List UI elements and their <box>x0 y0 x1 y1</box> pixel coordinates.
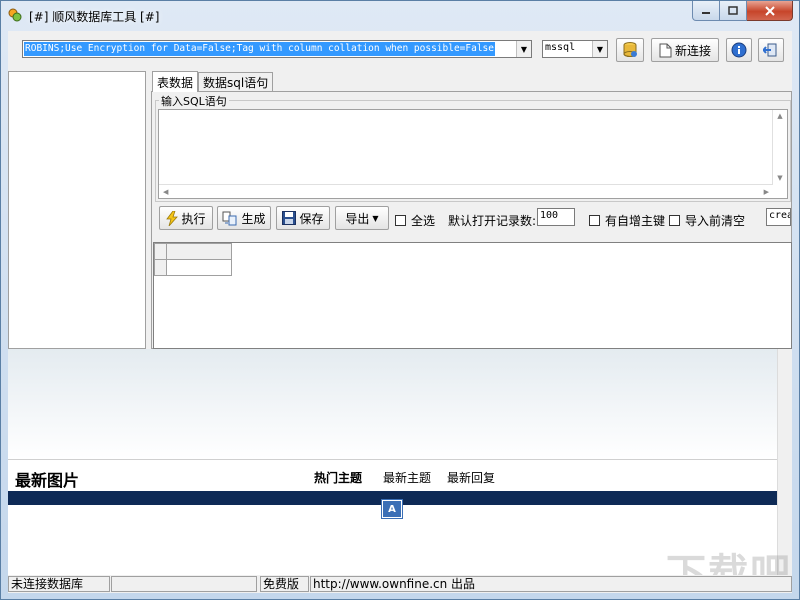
generate-button[interactable]: 生成 <box>217 206 271 230</box>
maximize-button[interactable] <box>720 1 747 21</box>
scroll-left-icon[interactable]: ◀ <box>163 188 168 196</box>
db-type-value: mssql <box>545 42 576 53</box>
close-button[interactable] <box>747 1 793 21</box>
chevron-down-icon[interactable]: ▼ <box>592 41 607 57</box>
info-button[interactable] <box>726 38 752 62</box>
title-bar[interactable]: [#] 顺风数据库工具 [#] <box>1 1 799 31</box>
connection-string-value: ROBINS;Use Encryption for Data=False;Tag… <box>24 42 495 56</box>
chevron-down-icon[interactable]: ▼ <box>516 41 531 57</box>
tab-table-data[interactable]: 表数据 <box>152 71 199 92</box>
toolbar: ROBINS;Use Encryption for Data=False;Tag… <box>8 31 792 69</box>
save-label: 保存 <box>299 211 324 226</box>
app-window: [#] 顺风数据库工具 [#] ROBINS;Use Encryption fo… <box>0 0 800 600</box>
export-dropdown-button[interactable]: 导出 ▼ <box>335 206 389 230</box>
tab-data-sql-label: 数据sql语句 <box>203 75 269 90</box>
checkbox-box[interactable] <box>395 215 406 226</box>
new-document-icon <box>659 43 672 57</box>
minimize-button[interactable] <box>692 1 720 21</box>
create-mode-input[interactable]: create <box>766 208 791 226</box>
clear-before-import-label: 导入前清空 <box>685 214 746 228</box>
latest-images-title: 最新图片 <box>15 471 80 490</box>
close-icon <box>764 5 775 16</box>
scroll-down-icon[interactable]: ▼ <box>777 174 782 182</box>
lightning-icon <box>166 210 179 226</box>
default-records-input[interactable]: 100 <box>537 208 575 226</box>
scroll-right-icon[interactable]: ▶ <box>764 188 769 196</box>
maximize-icon <box>728 5 738 15</box>
select-all-checkbox[interactable]: 全选 <box>395 212 435 229</box>
select-all-label: 全选 <box>411 214 436 228</box>
execute-button[interactable]: 执行 <box>159 206 213 230</box>
execute-label: 执行 <box>181 211 206 226</box>
export-label: 导出 <box>345 211 370 226</box>
checkbox-box[interactable] <box>589 215 600 226</box>
checkbox-box[interactable] <box>669 215 680 226</box>
status-empty-panel <box>111 576 257 592</box>
tab-data-sql[interactable]: 数据sql语句 <box>198 72 274 91</box>
news-tab-latest-replies[interactable]: 最新回复 <box>447 469 495 486</box>
db-type-combo[interactable]: mssql ▼ <box>542 40 608 58</box>
chevron-down-icon: ▼ <box>372 213 379 223</box>
sql-input-horizontal-scrollbar[interactable]: ◀ ▶ <box>159 184 773 198</box>
connection-string-combo[interactable]: ROBINS;Use Encryption for Data=False;Tag… <box>22 40 532 58</box>
grid-cell[interactable] <box>166 259 232 276</box>
app-icon <box>8 8 22 22</box>
generate-icon <box>222 211 237 225</box>
minimize-icon <box>702 11 710 14</box>
scroll-up-icon[interactable]: ▲ <box>777 112 782 120</box>
auto-increment-checkbox[interactable]: 有自增主键 <box>589 212 665 229</box>
news-bar: 最新图片 热门主题 最新主题 最新回复 <box>8 459 777 492</box>
web-view-panel: 最新图片 热门主题 最新主题 最新回复 A <box>8 349 777 575</box>
sql-input-group: 输入SQL语句 ▲ ▼ ◀ ▶ <box>155 93 791 202</box>
info-icon <box>731 42 747 58</box>
exit-icon <box>763 43 777 57</box>
letter-a-icon[interactable]: A <box>382 500 402 518</box>
generate-label: 生成 <box>241 211 266 226</box>
exit-button[interactable] <box>758 38 784 62</box>
sql-input-legend: 输入SQL语句 <box>159 93 229 109</box>
auto-increment-label: 有自增主键 <box>605 214 666 228</box>
status-edition: 免费版 <box>260 576 309 592</box>
tab-table-data-label: 表数据 <box>157 75 194 90</box>
action-bar: 执行 生成 保存 导出 ▼ 全选 默认打开记录数: 100 有自增主键 导入前清… <box>155 204 791 232</box>
grid-column-header[interactable] <box>166 243 232 260</box>
database-tree-panel[interactable] <box>8 71 146 349</box>
news-tab-latest-topics[interactable]: 最新主题 <box>383 469 431 486</box>
connect-db-button[interactable] <box>616 38 644 62</box>
banner-area <box>8 349 777 459</box>
clear-before-import-checkbox[interactable]: 导入前清空 <box>669 212 745 229</box>
news-tab-hot[interactable]: 热门主题 <box>314 469 362 486</box>
default-records-label: 默认打开记录数: <box>448 214 537 228</box>
status-bar: 未连接数据库 免费版 http://www.ownfine.cn 出品 <box>8 575 792 593</box>
status-connection: 未连接数据库 <box>8 576 110 592</box>
new-connection-label: 新连接 <box>674 43 711 58</box>
tab-strip: 表数据 数据sql语句 <box>152 71 274 92</box>
window-title: [#] 顺风数据库工具 [#] <box>29 10 160 24</box>
new-connection-button[interactable]: 新连接 <box>651 38 719 62</box>
save-button[interactable]: 保存 <box>276 206 330 230</box>
database-icon <box>623 42 637 57</box>
sql-input[interactable]: ▲ ▼ ◀ ▶ <box>158 109 788 199</box>
sql-input-vertical-scrollbar[interactable]: ▲ ▼ <box>772 110 787 184</box>
data-grid[interactable] <box>153 242 792 349</box>
client-area: ROBINS;Use Encryption for Data=False;Tag… <box>8 31 792 597</box>
floppy-disk-icon <box>282 211 297 225</box>
status-website: http://www.ownfine.cn 出品 <box>310 576 792 592</box>
